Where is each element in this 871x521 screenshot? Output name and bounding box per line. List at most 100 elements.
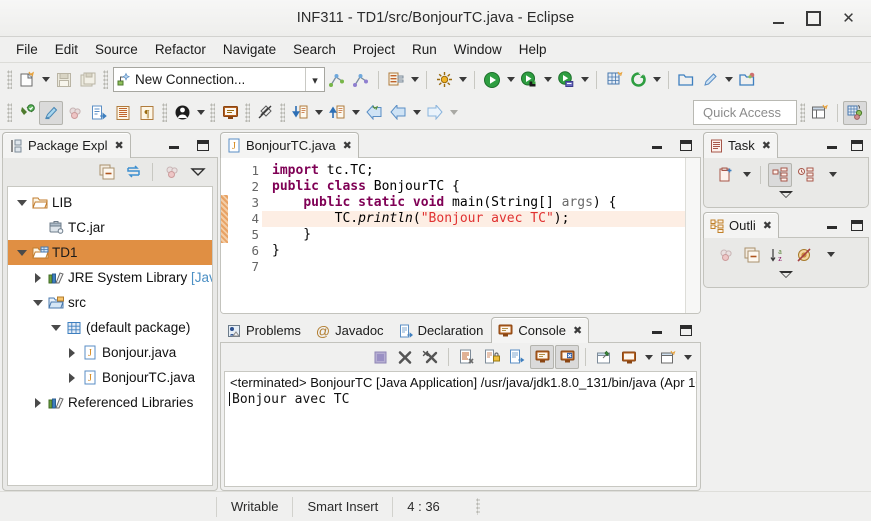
close-button[interactable]: ✕ bbox=[841, 11, 856, 26]
refresh-button[interactable] bbox=[626, 68, 650, 92]
open-console-icon[interactable] bbox=[617, 345, 641, 369]
tab-console[interactable]: Console ✖ bbox=[491, 317, 590, 343]
console-minimize-icon[interactable] bbox=[652, 325, 663, 335]
console-maximize-icon[interactable] bbox=[680, 324, 692, 336]
open-console-dropdown-arrow[interactable] bbox=[642, 346, 655, 368]
tree-item-tcjar[interactable]: TC.jar bbox=[8, 215, 212, 240]
toggle-markup-button[interactable] bbox=[39, 100, 63, 125]
link-with-editor-icon[interactable] bbox=[121, 160, 145, 184]
step-into-button[interactable] bbox=[288, 101, 312, 125]
toolbar-grip-6[interactable] bbox=[245, 103, 250, 122]
open-declaration-button[interactable] bbox=[87, 101, 111, 125]
focus-active-task-icon[interactable] bbox=[714, 243, 738, 267]
tree-item-src[interactable]: src bbox=[8, 290, 212, 315]
navigate-back-dropdown-arrow[interactable] bbox=[410, 102, 423, 124]
connection-combo-arrow[interactable]: ▾ bbox=[305, 68, 324, 91]
editor-close-icon[interactable]: ✖ bbox=[343, 139, 352, 152]
tree-item-jre-system-library[interactable]: JRE System Library [Java bbox=[8, 265, 212, 290]
show-console-on-output-icon[interactable] bbox=[505, 345, 529, 369]
console-output-area[interactable]: <terminated> BonjourTC [Java Application… bbox=[224, 371, 697, 487]
terminal-button[interactable] bbox=[218, 101, 242, 125]
user-button[interactable] bbox=[170, 101, 194, 125]
menu-refactor[interactable]: Refactor bbox=[147, 39, 214, 60]
menu-project[interactable]: Project bbox=[345, 39, 403, 60]
tab-javadoc[interactable]: @ Javadoc bbox=[309, 317, 392, 343]
chevron-down-icon[interactable] bbox=[14, 249, 30, 256]
annotation-dropdown-arrow[interactable] bbox=[722, 69, 735, 91]
navigate-forward-button[interactable] bbox=[423, 101, 447, 125]
remove-all-launches-icon[interactable] bbox=[418, 345, 442, 369]
tree-item-bonjour-java[interactable]: J Bonjour.java bbox=[8, 340, 212, 365]
toolbar-grip-2[interactable] bbox=[103, 70, 108, 89]
console-view-menu-arrow[interactable] bbox=[681, 346, 694, 368]
chevron-right-icon[interactable] bbox=[64, 372, 80, 383]
tab-bonjourtc-java[interactable]: J BonjourTC.java ✖ bbox=[220, 132, 359, 158]
debug-button[interactable] bbox=[517, 68, 541, 92]
package-explorer-close-icon[interactable]: ✖ bbox=[115, 139, 124, 152]
new-task-dropdown-arrow[interactable] bbox=[740, 164, 753, 186]
new-java-project-button[interactable] bbox=[602, 68, 626, 92]
open-type-button[interactable] bbox=[384, 68, 408, 92]
task-minimize-icon[interactable] bbox=[827, 140, 838, 150]
editor-minimize-icon[interactable] bbox=[652, 140, 663, 150]
minimize-button[interactable] bbox=[771, 11, 786, 26]
package-explorer-minimize-icon[interactable] bbox=[169, 140, 180, 150]
chevron-down-icon[interactable] bbox=[48, 324, 64, 331]
skip-breakpoints-button[interactable] bbox=[253, 101, 277, 125]
editor-maximize-icon[interactable] bbox=[680, 139, 692, 151]
categorized-presentation-icon[interactable] bbox=[768, 162, 792, 187]
outline-close-icon[interactable]: ✖ bbox=[763, 219, 772, 232]
quick-access-input[interactable]: Quick Access bbox=[693, 100, 797, 125]
task-maximize-icon[interactable] bbox=[851, 139, 863, 151]
annotation-button[interactable] bbox=[698, 68, 722, 92]
menu-run[interactable]: Run bbox=[404, 39, 445, 60]
refresh-dropdown-arrow[interactable] bbox=[650, 69, 663, 91]
pin-view-icon[interactable] bbox=[592, 345, 616, 369]
step-return-button[interactable] bbox=[325, 101, 349, 125]
menu-file[interactable]: File bbox=[8, 39, 46, 60]
tree-item-bonjourtc-java[interactable]: J BonjourTC.java bbox=[8, 365, 212, 390]
open-type-dropdown-arrow[interactable] bbox=[408, 69, 421, 91]
chevron-right-icon[interactable] bbox=[30, 397, 46, 408]
package-explorer-tree[interactable]: LIB TC.jar TD1 JRE System Library [Ja sr… bbox=[7, 186, 213, 486]
profile-button[interactable] bbox=[63, 101, 87, 125]
run-button[interactable] bbox=[480, 68, 504, 92]
tab-declaration[interactable]: Declaration bbox=[392, 317, 492, 343]
outline-maximize-icon[interactable] bbox=[851, 219, 863, 231]
toolbar-grip-3[interactable] bbox=[7, 103, 12, 122]
outline-restore-chevron-icon[interactable] bbox=[779, 271, 793, 278]
open-package-button[interactable] bbox=[674, 68, 698, 92]
editor-overview-ruler[interactable] bbox=[685, 158, 700, 313]
task-view-menu-arrow[interactable] bbox=[826, 164, 839, 186]
new-task-icon[interactable] bbox=[714, 163, 738, 187]
tree-item-referenced-libraries[interactable]: Referenced Libraries bbox=[8, 390, 212, 415]
save-button[interactable] bbox=[52, 68, 76, 92]
new-wizard-dropdown-arrow[interactable] bbox=[39, 69, 52, 91]
new-annotation-button[interactable] bbox=[15, 101, 39, 125]
console-close-icon[interactable]: ✖ bbox=[573, 324, 582, 337]
debug-dropdown-arrow[interactable] bbox=[541, 69, 554, 91]
toolbar-grip-4[interactable] bbox=[162, 103, 167, 122]
back-history-button[interactable] bbox=[362, 101, 386, 125]
menu-navigate[interactable]: Navigate bbox=[215, 39, 284, 60]
chevron-down-icon[interactable] bbox=[14, 199, 30, 206]
menu-window[interactable]: Window bbox=[446, 39, 510, 60]
open-perspective-button[interactable] bbox=[808, 101, 832, 125]
menu-source[interactable]: Source bbox=[87, 39, 146, 60]
tab-outline[interactable]: Outli ✖ bbox=[703, 212, 779, 238]
menu-edit[interactable]: Edit bbox=[47, 39, 86, 60]
open-resource-button[interactable] bbox=[735, 68, 759, 92]
editor-code-area[interactable]: import tc.TC; public class BonjourTC { p… bbox=[262, 158, 685, 313]
status-bar-grip[interactable] bbox=[475, 498, 480, 515]
toolbar-grip-8[interactable] bbox=[800, 103, 805, 122]
navigate-forward-dropdown-arrow[interactable] bbox=[447, 102, 460, 124]
outline-view-menu-arrow[interactable] bbox=[824, 244, 837, 266]
console-view-menu-icon[interactable] bbox=[656, 345, 680, 369]
toolbar-grip-7[interactable] bbox=[280, 103, 285, 122]
chevron-right-icon[interactable] bbox=[64, 347, 80, 358]
java-perspective-button[interactable] bbox=[843, 100, 867, 125]
scroll-lock-icon[interactable] bbox=[480, 345, 504, 369]
step-return-dropdown-arrow[interactable] bbox=[349, 102, 362, 124]
menu-search[interactable]: Search bbox=[285, 39, 344, 60]
pin-console-icon[interactable] bbox=[530, 345, 554, 369]
